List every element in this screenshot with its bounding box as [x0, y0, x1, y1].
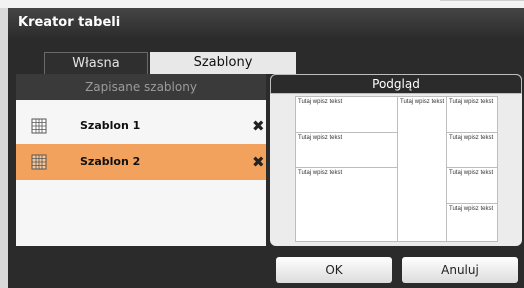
preview-header: Podgląd [270, 74, 522, 94]
preview-table: Tutaj wpisz tekst Tutaj wpisz tekst Tuta… [295, 96, 498, 242]
close-icon[interactable]: ✖ [252, 144, 265, 180]
preview-panel: Podgląd Tutaj wpisz tekst Tutaj wpisz te… [270, 74, 522, 246]
table-cell: Tutaj wpisz tekst [446, 132, 498, 168]
table-cell: Tutaj wpisz tekst [295, 96, 398, 133]
tab-custom[interactable]: Własna [44, 52, 148, 74]
table-creator-dialog: Kreator tabeli Własna Szablony Zapisane … [8, 8, 524, 288]
ok-button[interactable]: OK [276, 257, 392, 283]
background-strip [0, 0, 524, 8]
template-item[interactable]: Szablon 2 ✖ [16, 144, 266, 180]
saved-templates-panel: Zapisane szablony Szablon 1 ✖ Szablon 2 … [16, 74, 266, 246]
grid-icon [31, 154, 47, 170]
divider [440, 0, 524, 1]
close-icon[interactable]: ✖ [252, 108, 265, 144]
grid-icon [31, 118, 47, 134]
saved-templates-header: Zapisane szablony [16, 74, 266, 100]
table-cell: Tutaj wpisz tekst [446, 203, 498, 242]
table-cell: Tutaj wpisz tekst [446, 167, 498, 204]
table-cell: Tutaj wpisz tekst [397, 96, 447, 242]
template-label: Szablon 2 [80, 155, 141, 168]
tab-templates[interactable]: Szablony [150, 52, 296, 74]
table-cell: Tutaj wpisz tekst [295, 132, 398, 168]
table-cell: Tutaj wpisz tekst [446, 96, 498, 133]
dialog-title: Kreator tabeli [8, 8, 524, 38]
template-label: Szablon 1 [80, 119, 141, 132]
table-cell: Tutaj wpisz tekst [295, 167, 398, 242]
template-item[interactable]: Szablon 1 ✖ [16, 108, 266, 144]
cancel-button[interactable]: Anuluj [402, 257, 518, 283]
